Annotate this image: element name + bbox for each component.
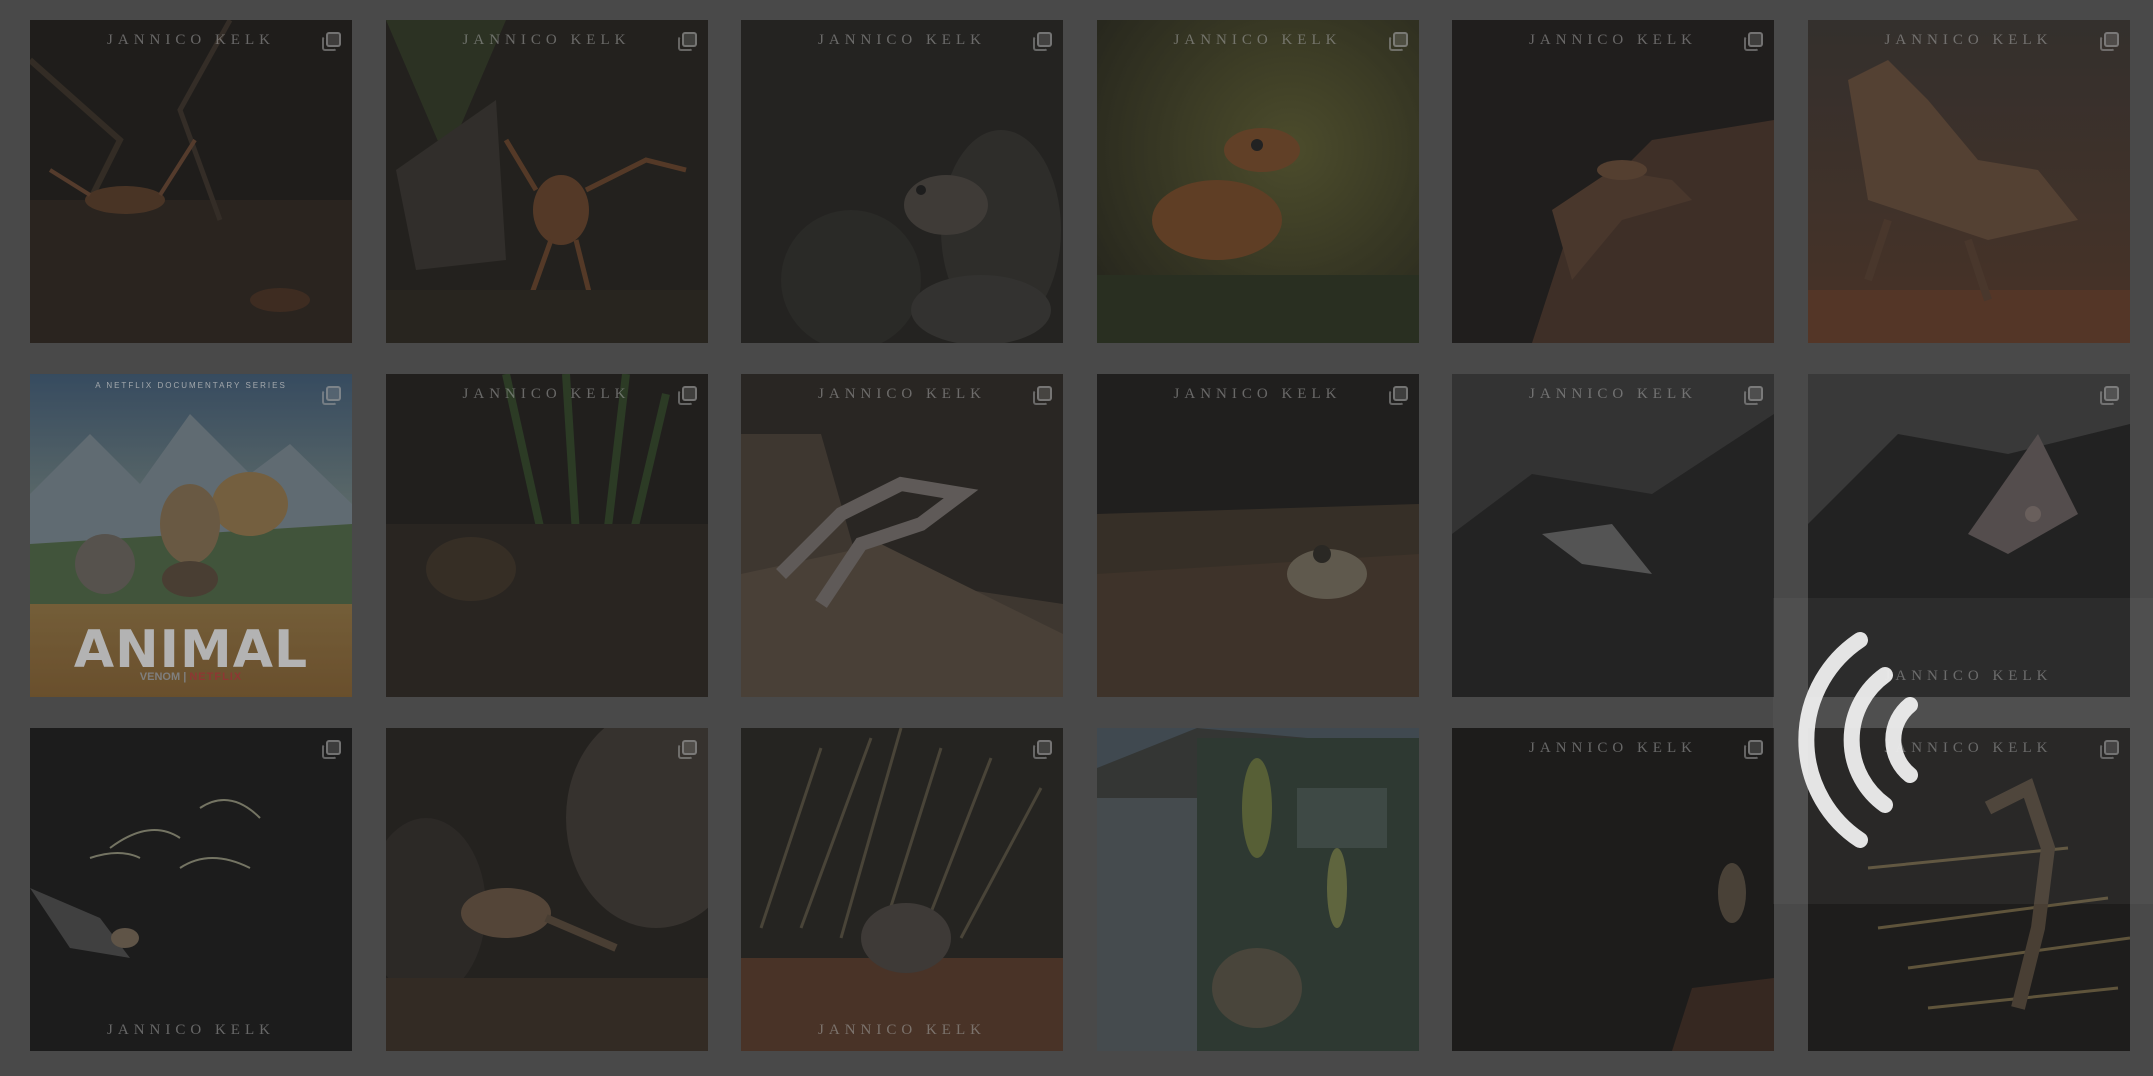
grid-tile[interactable]: JANNICO KELK — [1452, 374, 1774, 697]
lizard-photo — [1452, 20, 1774, 343]
grid-tile[interactable]: JANNICO KELK — [385, 374, 708, 697]
poster-footer-left: VENOM — [139, 671, 181, 683]
gecko-photo — [741, 374, 1063, 697]
netflix-logo: NETFLIX — [189, 671, 243, 683]
possum-photo — [741, 20, 1063, 343]
crayfish-photo — [30, 20, 352, 343]
grid-tile[interactable]: JANNICO KELK — [741, 728, 1063, 1051]
bat-photo — [1452, 374, 1774, 697]
gecko-photo — [1096, 374, 1419, 697]
quoll-photo — [385, 728, 708, 1051]
carousel-icon — [322, 740, 341, 759]
grid-tile[interactable]: A NETFLIX DOCUMENTARY SERIES ANIMAL VENO… — [30, 374, 352, 697]
frog-photo — [1096, 20, 1419, 343]
poster-tagline: A NETFLIX DOCUMENTARY SERIES — [95, 381, 287, 390]
carousel-icon — [322, 32, 341, 51]
cast-icon[interactable] — [1770, 620, 1920, 860]
carousel-icon — [677, 386, 697, 405]
carousel-icon — [322, 386, 341, 405]
mural-building-photo — [1096, 728, 1419, 1051]
carousel-icon — [1033, 32, 1052, 51]
grid-tile[interactable]: JANNICO KELK — [30, 20, 352, 343]
carousel-icon — [1388, 386, 1408, 405]
carousel-icon — [677, 740, 697, 759]
mammal-photo — [1452, 728, 1774, 1051]
carousel-icon — [1744, 740, 1763, 759]
grid-tile[interactable]: JANNICO KELK — [1807, 20, 2130, 343]
grid-tile[interactable] — [1096, 728, 1419, 1051]
thorny-devil-photo — [1807, 20, 2130, 343]
grid-tile[interactable] — [385, 728, 708, 1051]
carousel-icon — [1388, 32, 1408, 51]
carousel-icon — [2099, 386, 2119, 405]
grid-tile[interactable]: JANNICO KELK — [741, 20, 1063, 343]
bat-photo — [30, 728, 352, 1051]
grid-tile[interactable]: JANNICO KELK — [741, 374, 1063, 697]
carousel-icon — [2099, 32, 2119, 51]
carousel-icon — [1744, 32, 1763, 51]
grid-tile[interactable]: JANNICO KELK — [1452, 20, 1774, 343]
poster-footer: VENOM | NETFLIX — [139, 671, 243, 683]
quoll-photo — [741, 728, 1063, 1051]
crayfish-photo — [385, 20, 708, 343]
bandicoot-photo — [385, 374, 708, 697]
grid-tile[interactable]: JANNICO KELK — [1452, 728, 1774, 1051]
carousel-icon — [1744, 386, 1763, 405]
carousel-icon — [677, 32, 697, 51]
carousel-icon — [1033, 386, 1052, 405]
grid-tile[interactable]: JANNICO KELK — [1096, 20, 1419, 343]
grid-tile[interactable]: JANNICO KELK — [1096, 374, 1419, 697]
grid-tile[interactable]: JANNICO KELK — [385, 20, 708, 343]
carousel-icon — [1033, 740, 1052, 759]
grid-tile[interactable]: JANNICO KELK — [30, 728, 352, 1051]
